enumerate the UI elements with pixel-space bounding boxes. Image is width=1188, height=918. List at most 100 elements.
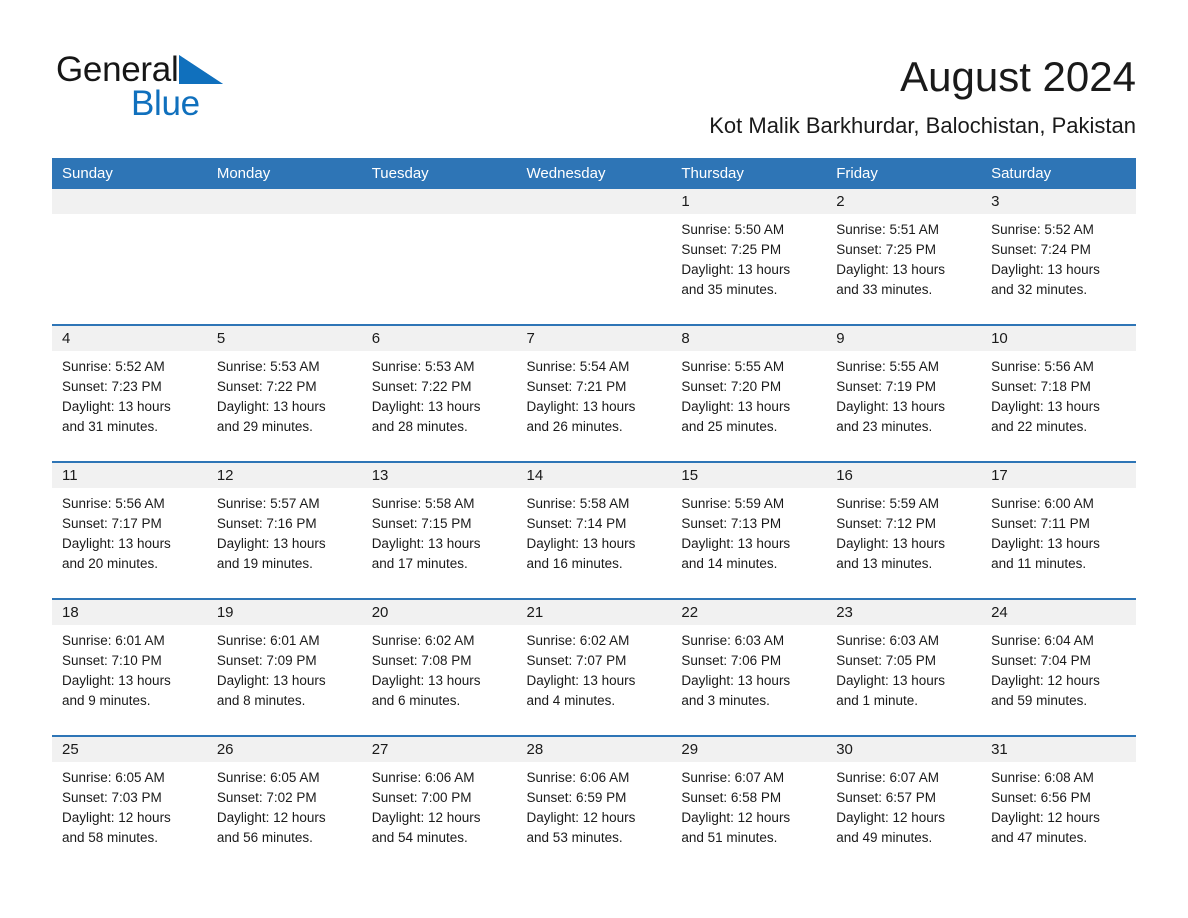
calendar-day-cell[interactable]: 30 Sunrise: 6:07 AM Sunset: 6:57 PM Dayligh… (826, 735, 982, 872)
weekday-header-wednesday: Wednesday (516, 158, 672, 189)
calendar-day-cell[interactable]: 6 Sunrise: 5:53 AM Sunset: 7:22 PM Daylight… (361, 324, 517, 462)
daylight-duration-line1: Daylight: 13 hours (836, 536, 946, 551)
daylight-duration-line2: and 6 minutes. (371, 693, 461, 708)
daylight-duration-line1: Daylight: 12 hours (836, 810, 946, 825)
calendar-day-cell[interactable]: 31 Sunrise: 6:08 AM Sunset: 6:56 PM Dayligh… (981, 735, 1136, 872)
calendar-day-cell[interactable]: 24 Sunrise: 6:04 AM Sunset: 7:04 PM Dayligh… (981, 598, 1136, 736)
calendar-day-cell[interactable]: 8 Sunrise: 5:55 AM Sunset: 7:20 PM Daylight… (671, 324, 827, 462)
calendar-day-cell[interactable]: 16 Sunrise: 5:59 AM Sunset: 7:12 PM Dayligh… (826, 461, 982, 599)
weekday-header-row: Sunday Monday Tuesday Wednesday Thursday… (52, 158, 1136, 189)
calendar-day-cell[interactable]: 19 Sunrise: 6:01 AM Sunset: 7:09 PM Dayligh… (206, 598, 362, 736)
calendar-day-cell[interactable]: 21 Sunrise: 6:02 AM Sunset: 7:07 PM Dayligh… (516, 598, 672, 736)
day-sun-info: Sunrise: 6:03 AM Sunset: 7:06 PM Daylight:… (671, 625, 826, 735)
daylight-duration-line2: and 9 minutes. (62, 693, 151, 708)
sunrise-time: Sunrise: 6:02 AM (371, 633, 475, 648)
calendar-day-cell[interactable]: 29 Sunrise: 6:07 AM Sunset: 6:58 PM Dayligh… (671, 735, 827, 872)
daylight-duration-line2: and 49 minutes. (836, 830, 933, 845)
calendar-day-cell[interactable]: 20 Sunrise: 6:02 AM Sunset: 7:08 PM Dayligh… (361, 598, 517, 736)
sunset-time: Sunset: 6:58 PM (681, 790, 782, 805)
weekday-header-thursday: Thursday (671, 158, 827, 189)
calendar-day-cell[interactable]: 27 Sunrise: 6:06 AM Sunset: 7:00 PM Dayligh… (361, 735, 517, 872)
day-sun-info: Sunrise: 5:51 AM Sunset: 7:25 PM Daylight:… (826, 214, 981, 324)
sunset-time: Sunset: 7:00 PM (371, 790, 472, 805)
daylight-duration-line2: and 22 minutes. (991, 419, 1088, 434)
calendar-day-cell[interactable]: 2 Sunrise: 5:51 AM Sunset: 7:25 PM Daylight… (826, 189, 982, 325)
daylight-duration-line1: Daylight: 12 hours (526, 810, 636, 825)
calendar-day-cell-empty (361, 189, 517, 325)
day-number: 21 (516, 600, 672, 625)
day-sun-info: Sunrise: 6:04 AM Sunset: 7:04 PM Daylight:… (981, 625, 1136, 735)
day-number: 6 (361, 326, 517, 351)
daylight-duration-line2: and 31 minutes. (62, 419, 159, 434)
day-sun-info (517, 214, 672, 324)
daylight-duration-line2: and 33 minutes. (836, 282, 933, 297)
sunrise-time: Sunrise: 5:55 AM (681, 359, 785, 374)
weekday-header-tuesday: Tuesday (361, 158, 517, 189)
day-number: 27 (361, 737, 517, 762)
sunset-time: Sunset: 7:10 PM (62, 653, 162, 668)
sunset-time: Sunset: 7:18 PM (991, 379, 1091, 394)
day-number: 16 (826, 463, 982, 488)
daylight-duration-line1: Daylight: 13 hours (681, 399, 791, 414)
calendar-day-cell[interactable]: 15 Sunrise: 5:59 AM Sunset: 7:13 PM Dayligh… (671, 461, 827, 599)
calendar-day-cell[interactable]: 1 Sunrise: 5:50 AM Sunset: 7:25 PM Daylight… (671, 189, 827, 325)
calendar-day-cell[interactable]: 14 Sunrise: 5:58 AM Sunset: 7:14 PM Dayligh… (516, 461, 672, 599)
sunset-time: Sunset: 7:05 PM (836, 653, 937, 668)
calendar-day-cell[interactable]: 25 Sunrise: 6:05 AM Sunset: 7:03 PM Dayligh… (52, 735, 207, 872)
calendar-day-cell[interactable]: 12 Sunrise: 5:57 AM Sunset: 7:16 PM Dayligh… (206, 461, 362, 599)
sunset-time: Sunset: 7:08 PM (371, 653, 472, 668)
calendar-day-cell[interactable]: 26 Sunrise: 6:05 AM Sunset: 7:02 PM Dayligh… (206, 735, 362, 872)
day-sun-info: Sunrise: 6:01 AM Sunset: 7:09 PM Daylight:… (207, 625, 362, 735)
calendar-day-cell[interactable]: 22 Sunrise: 6:03 AM Sunset: 7:06 PM Dayligh… (671, 598, 827, 736)
sunrise-time: Sunrise: 5:54 AM (526, 359, 630, 374)
daylight-duration-line1: Daylight: 13 hours (371, 536, 481, 551)
daylight-duration-line1: Daylight: 13 hours (62, 536, 171, 551)
day-sun-info: Sunrise: 5:54 AM Sunset: 7:21 PM Daylight:… (517, 351, 672, 461)
sunset-time: Sunset: 7:11 PM (991, 516, 1090, 531)
day-number: 8 (671, 326, 827, 351)
sunrise-time: Sunrise: 5:52 AM (62, 359, 165, 374)
calendar-day-cell[interactable]: 28 Sunrise: 6:06 AM Sunset: 6:59 PM Dayligh… (516, 735, 672, 872)
sunset-time: Sunset: 7:04 PM (991, 653, 1091, 668)
daylight-duration-line1: Daylight: 12 hours (681, 810, 791, 825)
calendar-header-row: Sunday Monday Tuesday Wednesday Thursday… (52, 158, 1136, 189)
calendar-day-cell[interactable]: 7 Sunrise: 5:54 AM Sunset: 7:21 PM Daylight… (516, 324, 672, 462)
day-sun-info: Sunrise: 5:56 AM Sunset: 7:18 PM Daylight:… (981, 351, 1136, 461)
logo-word-blue: Blue (131, 84, 200, 123)
calendar-day-cell[interactable]: 23 Sunrise: 6:03 AM Sunset: 7:05 PM Dayligh… (826, 598, 982, 736)
calendar-day-cell[interactable]: 9 Sunrise: 5:55 AM Sunset: 7:19 PM Daylight… (826, 324, 982, 462)
sunset-time: Sunset: 7:20 PM (681, 379, 782, 394)
daylight-duration-line1: Daylight: 13 hours (216, 536, 326, 551)
day-sun-info: Sunrise: 5:57 AM Sunset: 7:16 PM Daylight:… (207, 488, 362, 598)
daylight-duration-line2: and 47 minutes. (991, 830, 1088, 845)
sunset-time: Sunset: 7:15 PM (371, 516, 472, 531)
calendar-day-cell[interactable]: 10 Sunrise: 5:56 AM Sunset: 7:18 PM Dayligh… (981, 324, 1136, 462)
calendar-body: 1 Sunrise: 5:50 AM Sunset: 7:25 PM Daylight… (52, 189, 1136, 872)
general-blue-logo[interactable]: General Blue (56, 52, 316, 128)
calendar-day-cell[interactable]: 18 Sunrise: 6:01 AM Sunset: 7:10 PM Dayligh… (52, 598, 207, 736)
sunset-time: Sunset: 7:25 PM (681, 242, 782, 257)
calendar-day-cell[interactable]: 17 Sunrise: 6:00 AM Sunset: 7:11 PM Dayligh… (981, 461, 1136, 599)
day-sun-info: Sunrise: 5:59 AM Sunset: 7:12 PM Daylight:… (826, 488, 981, 598)
calendar-grid: Sunday Monday Tuesday Wednesday Thursday… (52, 158, 1136, 872)
day-number: 13 (361, 463, 517, 488)
day-sun-info: Sunrise: 5:55 AM Sunset: 7:20 PM Daylight:… (671, 351, 826, 461)
calendar-day-cell[interactable]: 3 Sunrise: 5:52 AM Sunset: 7:24 PM Daylight… (981, 189, 1136, 325)
day-sun-info: Sunrise: 6:07 AM Sunset: 6:58 PM Daylight:… (671, 762, 826, 872)
calendar-page: General Blue August 2024 Kot Malik Barkh… (0, 0, 1188, 918)
day-number: 23 (826, 600, 982, 625)
weekday-header-monday: Monday (206, 158, 362, 189)
day-number: 5 (206, 326, 362, 351)
daylight-duration-line2: and 32 minutes. (991, 282, 1088, 297)
daylight-duration-line2: and 1 minute. (836, 693, 919, 708)
day-number: 26 (206, 737, 362, 762)
calendar-week-row: 18 Sunrise: 6:01 AM Sunset: 7:10 PM Dayligh… (52, 598, 1136, 736)
sunset-time: Sunset: 7:19 PM (836, 379, 937, 394)
day-number (361, 189, 517, 214)
calendar-day-cell[interactable]: 11 Sunrise: 5:56 AM Sunset: 7:17 PM Dayligh… (52, 461, 207, 599)
calendar-day-cell[interactable]: 5 Sunrise: 5:53 AM Sunset: 7:22 PM Daylight… (206, 324, 362, 462)
daylight-duration-line2: and 25 minutes. (681, 419, 778, 434)
daylight-duration-line2: and 58 minutes. (62, 830, 159, 845)
calendar-day-cell[interactable]: 13 Sunrise: 5:58 AM Sunset: 7:15 PM Dayligh… (361, 461, 517, 599)
calendar-day-cell[interactable]: 4 Sunrise: 5:52 AM Sunset: 7:23 PM Daylight… (52, 324, 207, 462)
